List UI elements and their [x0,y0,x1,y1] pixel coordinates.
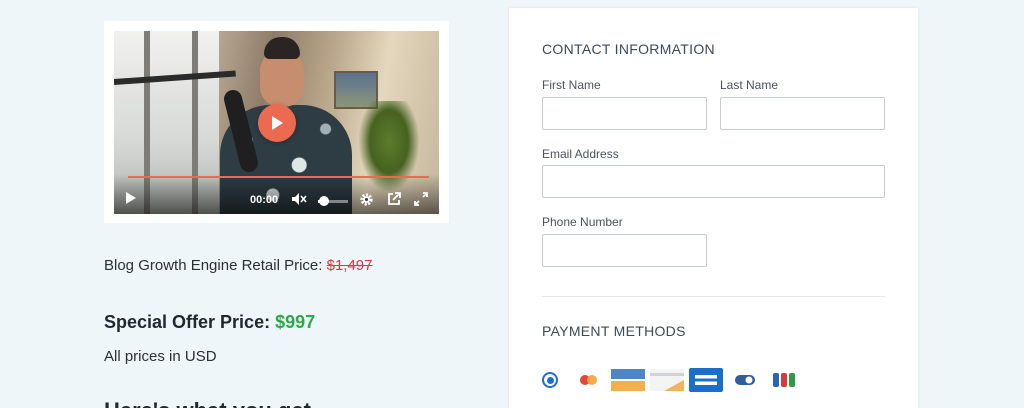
toggle-card-icon[interactable] [728,368,762,392]
currency-note: All prices in USD [104,348,217,365]
video-frame: 00:00 [104,21,449,223]
last-name-field[interactable] [720,97,885,130]
payment-method-radio[interactable] [542,372,558,388]
retail-price-label: Blog Growth Engine Retail Price: [104,257,327,274]
video-progress-bar[interactable] [128,176,429,178]
amex-icon[interactable] [689,368,723,392]
video-player[interactable]: 00:00 [114,31,439,214]
card-blue-orange-icon[interactable] [611,368,645,392]
first-name-label: First Name [542,78,601,92]
phone-field[interactable] [542,234,707,267]
email-field[interactable] [542,165,885,198]
special-offer-line: Special Offer Price: $997 [104,312,315,333]
checkout-panel: CONTACT INFORMATION First Name Last Name… [509,8,918,408]
jcb-icon[interactable] [767,368,801,392]
phone-label: Phone Number [542,215,623,229]
popout-icon[interactable] [386,191,402,207]
video-time: 00:00 [250,194,279,206]
contact-section-title: CONTACT INFORMATION [542,41,715,57]
video-controls: 00:00 [114,174,439,214]
volume-knob[interactable] [319,196,329,206]
big-play-button[interactable] [258,104,296,142]
section-divider [542,296,885,297]
payment-method-list [542,368,806,392]
retail-price-value: $1,497 [326,257,373,274]
settings-gear-icon[interactable] [358,191,374,207]
payment-section-title: PAYMENT METHODS [542,323,686,339]
mastercard-icon[interactable] [572,368,606,392]
benefits-heading: Here's what you get [104,398,311,408]
fullscreen-icon[interactable] [413,191,429,207]
play-icon [272,116,283,130]
special-offer-price: $997 [275,312,316,332]
special-offer-label: Special Offer Price: [104,312,276,332]
last-name-label: Last Name [720,78,779,92]
first-name-field[interactable] [542,97,707,130]
email-label: Email Address [542,147,619,161]
retail-price-line: Blog Growth Engine Retail Price: $1,497 [104,257,373,274]
mute-icon[interactable] [291,192,307,206]
card-grey-orange-icon[interactable] [650,368,684,392]
play-icon[interactable] [124,190,138,206]
